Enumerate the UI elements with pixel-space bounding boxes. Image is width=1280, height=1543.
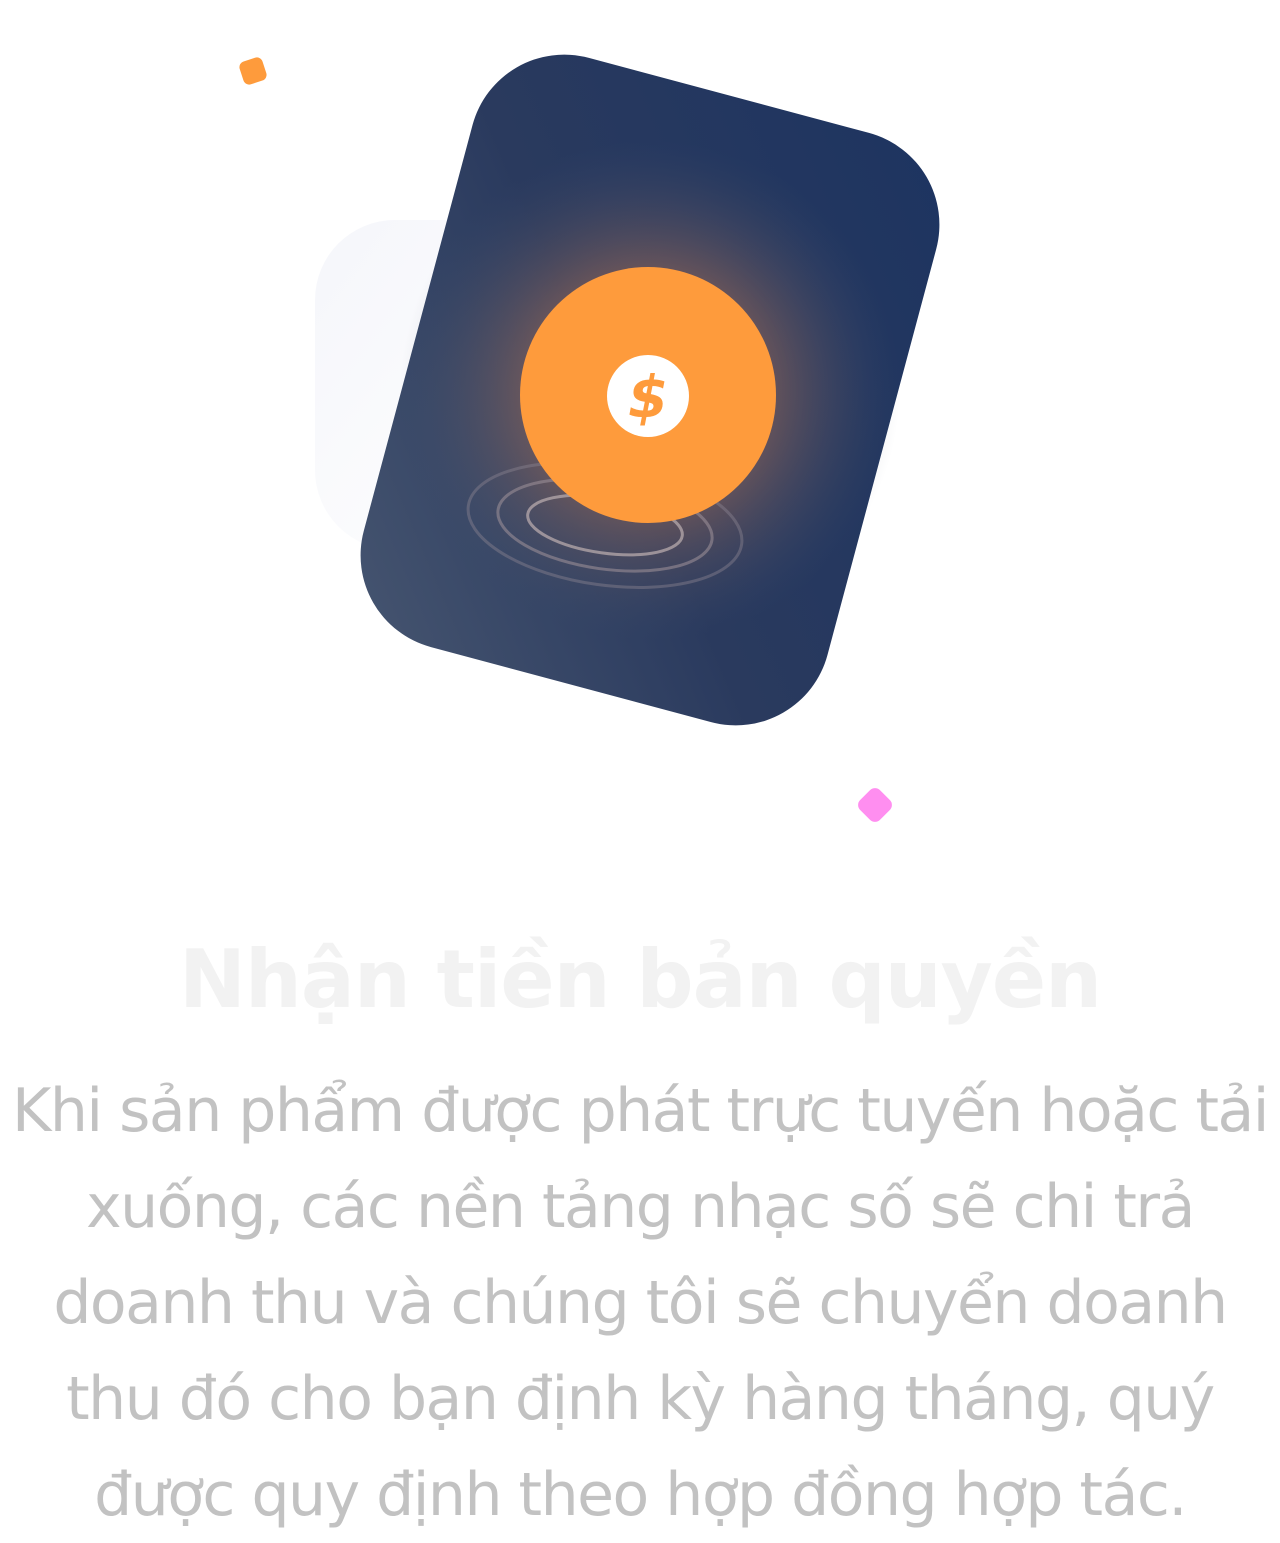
description-line: Khi sản phẩm được phát trực tuyến hoặc t… (12, 1076, 1269, 1146)
section-description: Khi sản phẩm được phát trực tuyến hoặc t… (0, 1063, 1280, 1543)
section-title: Nhận tiền bản quyền (178, 933, 1102, 1026)
description-line: được quy định theo hợp đồng hợp tác. (94, 1460, 1187, 1530)
royalty-illustration: $ (0, 0, 1280, 880)
description-line: doanh thu và chúng tôi sẽ chuyển doanh (53, 1268, 1228, 1338)
description-line: thu đó cho bạn định kỳ hàng tháng, quý (66, 1364, 1215, 1434)
description-line: xuống, các nền tảng nhạc số sẽ chi trả (86, 1172, 1195, 1242)
decor-diamond (858, 788, 892, 822)
illustration-canvas: $ (239, 54, 940, 822)
dollar-coin-icon: $ (628, 363, 668, 431)
decor-square (239, 57, 267, 85)
